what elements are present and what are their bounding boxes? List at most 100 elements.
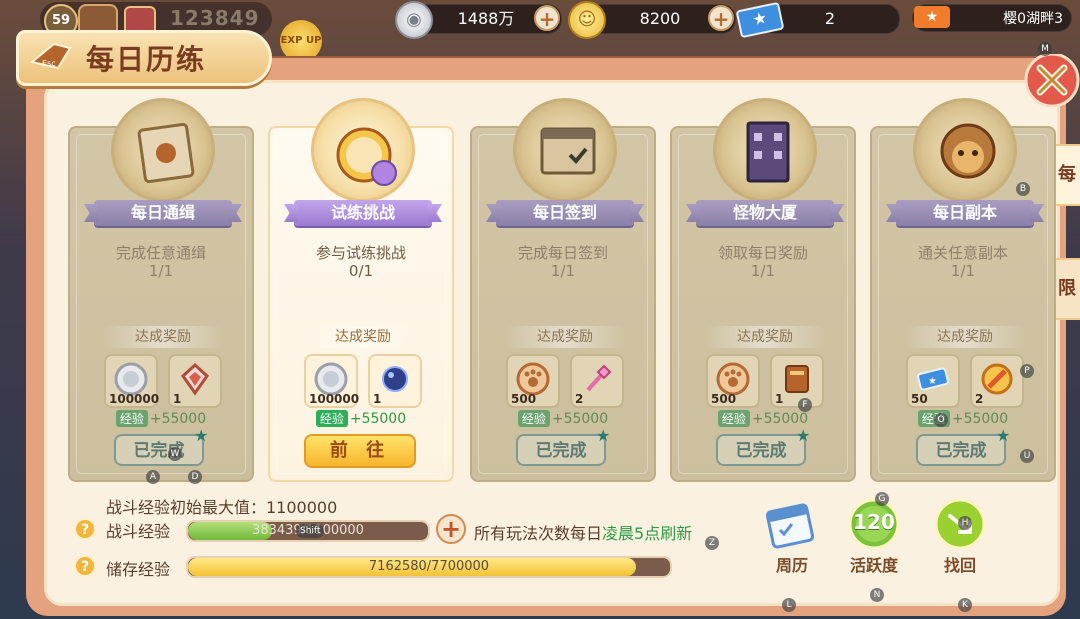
reward-count: 500 — [511, 392, 537, 406]
task-name: 怪物大厦 — [696, 200, 834, 226]
add-battle-exp-button[interactable]: + — [436, 514, 466, 544]
add-silver-button[interactable]: + — [534, 5, 560, 31]
silver-coin-icon: ◉ — [395, 1, 433, 39]
reward-count: 50 — [911, 392, 928, 406]
stored-exp-label: 储存经验 — [106, 560, 171, 579]
hotkey-u: U — [1020, 449, 1034, 463]
task-medal-icon — [311, 98, 415, 202]
reward-count: 100000 — [109, 392, 160, 406]
reward-slot[interactable]: 2 — [570, 354, 624, 408]
paw-coin-icon — [516, 362, 550, 396]
reward-slot[interactable]: 100000 — [304, 354, 360, 408]
task-progress: 1/1 — [148, 262, 174, 280]
exp-tag: 经验 — [115, 410, 148, 427]
book-icon — [785, 365, 809, 393]
refresh-note: 所有玩法次数每日凌晨5点刷新 — [474, 520, 692, 544]
task-description: 通关任意副本 — [917, 244, 1008, 262]
hotkey-k: K — [958, 598, 972, 612]
task-name: 每日通缉 — [94, 200, 232, 226]
completed-button[interactable]: 已完成 — [916, 434, 1006, 466]
hotkey-f: F — [798, 398, 812, 412]
completed-button[interactable]: 已完成 — [516, 434, 606, 466]
hotkey-w: W — [168, 447, 182, 461]
activity-label: 活跃度 — [849, 556, 898, 575]
activity-value: 120 — [853, 510, 895, 534]
reward-slot[interactable]: 1 — [168, 354, 222, 408]
reward-slot[interactable]: 1 — [770, 354, 824, 408]
task-progress: 0/1 — [348, 262, 374, 280]
exp-reward: 经验+55000 — [270, 410, 452, 427]
reward-slot[interactable]: 500 — [506, 354, 560, 408]
task-card[interactable]: 每日副本 通关任意副本 1/1 达成奖励 ★ 50 2 经验+55000 已完成… — [870, 98, 1056, 482]
svg-text:Esc: Esc — [42, 59, 56, 68]
exp-amount: +55000 — [349, 411, 407, 427]
reward-slot[interactable]: ★ 50 — [906, 354, 960, 408]
task-medal-icon — [513, 98, 617, 202]
completed-button[interactable]: 已完成 — [114, 434, 204, 466]
exp-tag: 经验 — [517, 410, 550, 427]
silver-coin-icon — [314, 362, 348, 396]
retrieve-label: 找回 — [943, 556, 976, 575]
news-badge-icon: ★ — [914, 6, 950, 28]
battle-exp-help-icon[interactable]: ? — [74, 518, 96, 540]
exp-amount: +55000 — [951, 411, 1009, 427]
hotkey-d: D — [188, 470, 202, 484]
hotkey-a: A — [146, 470, 160, 484]
stored-exp-help-icon[interactable]: ? — [74, 555, 96, 577]
task-description: 参与试练挑战 — [315, 244, 406, 262]
weekly-calendar-button[interactable] — [764, 498, 820, 554]
task-card[interactable]: 每日通缉 完成任意通缉 1/1 达成奖励 100000 1 经验 +55000 已… — [68, 98, 254, 482]
ticket-amount: 2 — [824, 9, 836, 28]
reward-count: 1 — [775, 392, 784, 406]
reward-count: 1 — [373, 392, 382, 406]
task-description: 领取每日奖励 — [717, 244, 808, 262]
paw-coin-icon — [716, 362, 750, 396]
task-card[interactable]: 试练挑战 参与试练挑战 0/1 达成奖励 100000 1 经验 +55000 前… — [268, 98, 454, 482]
red-crystal-icon — [181, 362, 209, 396]
add-gold-button[interactable]: + — [708, 5, 734, 31]
reward-label: 达成奖励 — [706, 326, 824, 348]
close-button[interactable] — [1016, 52, 1080, 118]
reward-label: 达成奖励 — [506, 326, 624, 348]
reward-count: 2 — [575, 392, 584, 406]
hotkey-shift: Shift — [296, 524, 325, 538]
reward-slot[interactable]: 2 — [970, 354, 1024, 408]
star-icon: ★ — [194, 426, 209, 445]
exp-amount: +55000 — [149, 411, 207, 427]
task-progress: 1/1 — [950, 262, 976, 280]
reward-slot[interactable]: 100000 — [104, 354, 160, 408]
blue-orb-icon — [382, 366, 408, 392]
hotkey-n: N — [870, 588, 884, 602]
reward-slot[interactable]: 1 — [368, 354, 422, 408]
star-icon: ★ — [796, 426, 811, 445]
task-name: 每日签到 — [496, 200, 634, 226]
exp-tag: 经验 — [315, 410, 348, 427]
svg-text:★: ★ — [928, 376, 937, 387]
task-medal-icon — [913, 98, 1017, 202]
gold-coin-icon: ☺ — [568, 1, 606, 39]
task-medal-icon — [713, 98, 817, 202]
task-card[interactable]: 怪物大厦 领取每日奖励 1/1 达成奖励 500 1 经验 +55000 已完成 … — [670, 98, 856, 482]
hotkey-b: B — [1016, 182, 1030, 196]
task-progress: 1/1 — [550, 262, 576, 280]
back-icon[interactable]: Esc — [28, 38, 78, 76]
exp-tag: 经验 — [717, 410, 750, 427]
reward-count: 1 — [173, 392, 182, 406]
stored-exp-text: 7162580/7700000 — [368, 559, 490, 574]
page-title: 每日历练 — [86, 43, 207, 76]
max-exp-label: 战斗经验初始最大值：1100000 — [106, 498, 338, 517]
exp-amount: +55000 — [751, 411, 809, 427]
reward-label: 达成奖励 — [906, 326, 1024, 348]
completed-button[interactable]: 已完成 — [716, 434, 806, 466]
reward-slot[interactable]: 500 — [706, 354, 760, 408]
power-score: 123849 — [170, 6, 260, 30]
silver-coin-icon — [114, 362, 148, 396]
task-card[interactable]: 每日签到 完成每日签到 1/1 达成奖励 500 2 经验 +55000 已完成 … — [470, 98, 656, 482]
reward-count: 100000 — [309, 392, 360, 406]
go-button[interactable]: 前 往 — [304, 434, 416, 468]
gold-amount: 8200 — [639, 9, 681, 28]
task-name: 每日副本 — [896, 200, 1034, 226]
task-name: 试练挑战 — [294, 200, 432, 226]
exp-reward: 经验+55000 — [672, 410, 854, 427]
crystal-wand-icon — [586, 364, 612, 392]
